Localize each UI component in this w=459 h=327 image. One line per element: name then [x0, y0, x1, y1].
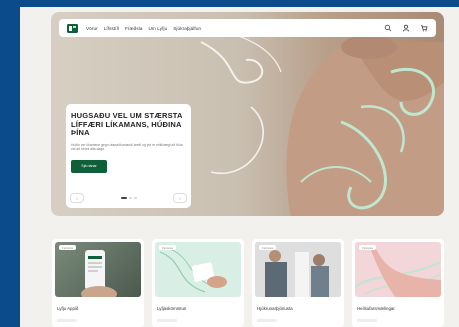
- hero-banner: Vörur Lífsstíll Fræðsla Um Lyfju Sjúkraþ…: [51, 12, 444, 216]
- service-card-nursing[interactable]: Þjónusta Hjúkrunarþjónusta: [252, 239, 344, 327]
- user-icon[interactable]: [402, 24, 410, 32]
- card-image: Þjónusta: [55, 242, 141, 297]
- nav-actions: [384, 24, 428, 32]
- carousel-dot[interactable]: [128, 197, 132, 199]
- nurse-image: [255, 242, 341, 297]
- nav-item-lifestyle[interactable]: Lífsstíll: [104, 26, 119, 31]
- service-card-dispensing[interactable]: Þjónusta Lyfjaskömmtun: [152, 239, 244, 327]
- service-cards: Þjónusta Lyfju Appið Þjónusta Lyfjaskömm…: [52, 239, 445, 327]
- card-subtitle-placeholder: [357, 319, 377, 322]
- main-navbar: Vörur Lífsstíll Fræðsla Um Lyfju Sjúkraþ…: [59, 19, 436, 37]
- carousel-prev-button[interactable]: ‹: [70, 193, 84, 203]
- carousel-dot[interactable]: [120, 197, 127, 199]
- cart-icon[interactable]: [420, 24, 428, 32]
- hero-cta-button[interactable]: Sjá nánar: [71, 159, 107, 173]
- card-subtitle-placeholder: [157, 319, 177, 322]
- hero-promo-card: HUGSAÐU VEL UM STÆRSTA LÍFFÆRI LÍKAMANS,…: [66, 104, 191, 208]
- arm-image: [355, 247, 441, 297]
- card-title: Lyfju Appið: [57, 306, 79, 311]
- pill-pack-image: [159, 246, 227, 293]
- phone-app-image: [81, 250, 117, 297]
- hero-body-text: Húðin ver líkamann gegn utanaðkomandi ár…: [71, 142, 183, 152]
- card-image: Þjónusta: [355, 242, 441, 297]
- carousel-dots: [120, 197, 137, 199]
- nav-item-physio[interactable]: Sjúkraþjálfun: [173, 26, 201, 31]
- card-badge: Þjónusta: [159, 245, 176, 250]
- card-badge: Þjónusta: [59, 245, 76, 250]
- card-subtitle-placeholder: [57, 319, 77, 322]
- card-title: Lyfjaskömmtun: [157, 306, 187, 311]
- card-subtitle-placeholder: [257, 319, 277, 322]
- carousel-dot[interactable]: [133, 197, 137, 199]
- nav-item-education[interactable]: Fræðsla: [125, 26, 143, 31]
- hero-headline: HUGSAÐU VEL UM STÆRSTA LÍFFÆRI LÍKAMANS,…: [71, 111, 183, 138]
- card-title: Hjúkrunarþjónusta: [257, 306, 293, 311]
- logo-icon[interactable]: [67, 23, 78, 33]
- service-card-health-measurements[interactable]: Þjónusta Heilsufarsmælingar: [352, 239, 444, 327]
- search-icon[interactable]: [384, 24, 392, 32]
- page: Vörur Lífsstíll Fræðsla Um Lyfju Sjúkraþ…: [20, 7, 459, 327]
- card-title: Heilsufarsmælingar: [357, 306, 395, 311]
- nav-item-about[interactable]: Um Lyfju: [149, 26, 168, 31]
- card-badge: Þjónusta: [259, 245, 276, 250]
- nav-item-products[interactable]: Vörur: [86, 26, 98, 31]
- card-image: Þjónusta: [255, 242, 341, 297]
- carousel-next-button[interactable]: ›: [173, 193, 187, 203]
- carousel-controls: ‹ ›: [70, 193, 187, 203]
- card-badge: Þjónusta: [359, 245, 376, 250]
- service-card-app[interactable]: Þjónusta Lyfju Appið: [52, 239, 144, 327]
- card-image: Þjónusta: [155, 242, 241, 297]
